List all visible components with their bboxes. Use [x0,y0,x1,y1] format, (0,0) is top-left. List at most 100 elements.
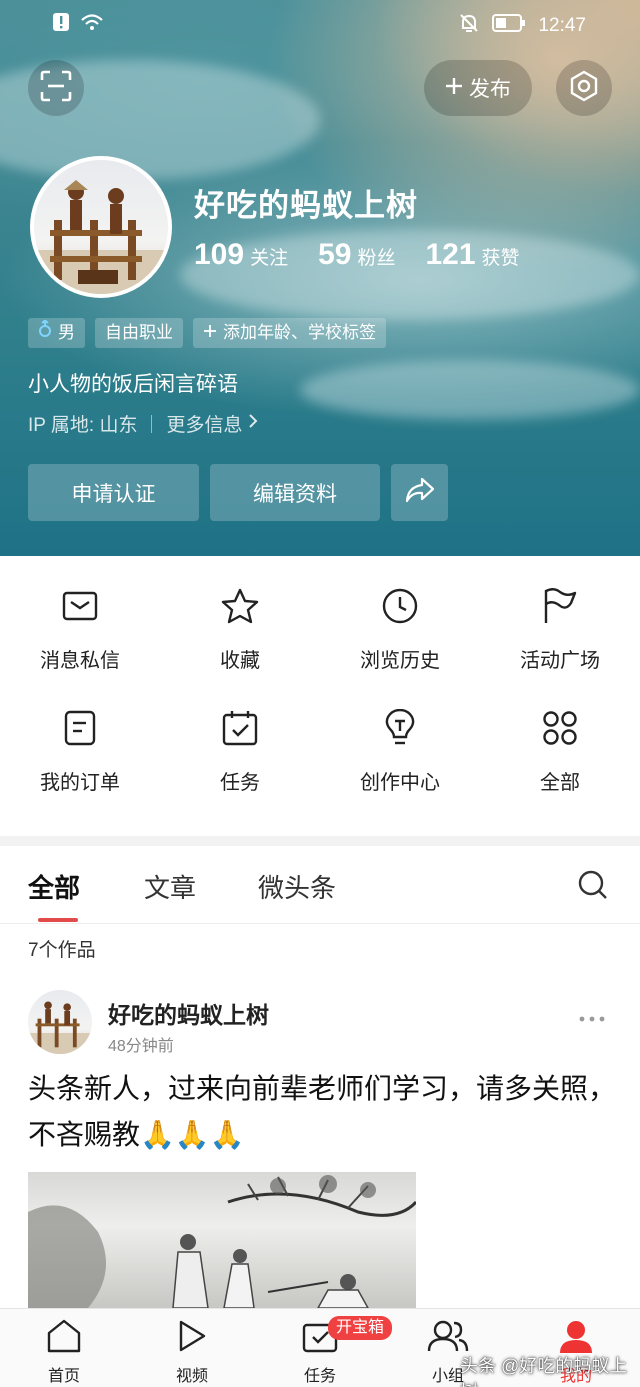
pray-emoji: 🙏🙏🙏 [140,1119,245,1150]
content-tabs: 全部 文章 微头条 [0,846,640,924]
grid-label: 全部 [540,772,580,794]
bulb-icon [380,708,420,748]
grid-label: 消息私信 [40,650,120,672]
tag-gender[interactable]: 男 [28,318,85,348]
stat-followers[interactable]: 59 粉丝 [318,238,395,272]
grid-label: 创作中心 [360,772,440,794]
grid-item-activities[interactable]: 活动广场 [480,586,640,708]
home-icon [46,1319,82,1358]
edit-profile-button[interactable]: 编辑资料 [210,464,380,521]
stat-number: 121 [425,238,476,271]
stat-label: 获赞 [481,248,520,269]
share-button[interactable] [391,464,448,521]
watermark: 头条 @好吃的蚂蚁上树 [460,1356,628,1387]
profile-header: 12:47 发布 好吃的蚂蚁上树 109 关注 59 粉丝 121 获赞 男 自… [0,0,640,556]
publish-button[interactable]: 发布 [424,60,532,116]
stat-label: 粉丝 [357,248,396,269]
play-icon [176,1319,208,1358]
grid-label: 任务 [220,772,260,794]
grid-item-creator-center[interactable]: 创作中心 [320,708,480,830]
username: 好吃的蚂蚁上树 [194,188,418,223]
button-label: 编辑资料 [253,482,337,506]
more-info-link[interactable]: 更多信息 [166,410,258,437]
share-icon [404,476,436,510]
flag-icon [540,586,580,626]
profile-stats: 109 关注 59 粉丝 121 获赞 [194,238,520,272]
scan-button[interactable] [28,60,84,116]
order-icon [60,708,100,748]
chevron-right-icon [248,413,258,435]
settings-button[interactable] [556,60,612,116]
tag-label: 自由职业 [105,323,173,342]
post-header: 好吃的蚂蚁上树 48分钟前 [28,990,612,1056]
plus-icon [203,318,217,348]
post-body[interactable]: 头条新人，过来向前辈老师们学习，请多关照，不吝赐教🙏🙏🙏 [28,1066,618,1158]
tab-micro-posts[interactable]: 微头条 [258,868,336,905]
grid-label: 收藏 [220,650,260,672]
stat-label: 关注 [250,248,289,269]
nav-home[interactable]: 首页 [24,1319,104,1386]
grid-label: 浏览历史 [360,650,440,672]
ip-location: IP 属地: 山东 [28,415,138,436]
publish-label: 发布 [469,78,511,101]
avatar-image [34,180,168,294]
grid-label: 活动广场 [520,650,600,672]
clock-time: 12:47 [538,15,586,36]
nav-label: 任务 [303,1368,336,1385]
feature-grid: 消息私信 收藏 浏览历史 活动广场 我的订单 任务 创作中心 全部 [0,556,640,836]
grid-label: 我的订单 [40,772,120,794]
works-count: 7个作品 [28,940,96,961]
profile-tags: 男 自由职业 添加年龄、学校标签 [28,318,386,348]
ip-line: IP 属地: 山东 更多信息 [28,410,258,437]
profile-bio: 小人物的饭后闲言碎语 [28,373,238,396]
active-tab-indicator [38,918,78,922]
more-options-icon[interactable] [578,1002,606,1030]
status-bar: 12:47 [0,0,640,48]
scan-icon [39,69,73,108]
wifi-icon [80,12,104,37]
battery-icon [492,14,526,38]
stat-likes[interactable]: 121 获赞 [425,238,519,272]
tag-label: 添加年龄、学校标签 [223,323,376,342]
tab-articles[interactable]: 文章 [144,868,196,905]
profile-actions: 申请认证 编辑资料 [28,464,448,521]
plus-icon [445,77,463,100]
apply-certification-button[interactable]: 申请认证 [28,464,199,521]
wave-foam [300,360,640,420]
post-text: 头条新人，过来向前辈老师们学习，请多关照，不吝赐教 [28,1073,617,1150]
button-label: 申请认证 [71,482,156,506]
section-divider [0,836,640,846]
grid-item-all[interactable]: 全部 [480,708,640,830]
post-avatar[interactable] [28,990,92,1054]
gear-icon [568,70,600,107]
grid-item-history[interactable]: 浏览历史 [320,586,480,708]
more-info-label: 更多信息 [166,415,243,436]
alert-icon [52,12,70,37]
divider [151,414,153,433]
clock-icon [380,586,420,626]
grid-item-orders[interactable]: 我的订单 [0,708,160,830]
mute-icon [458,12,480,40]
post-time: 48分钟前 [108,1038,174,1055]
apps-icon [540,708,580,748]
tag-add-button[interactable]: 添加年龄、学校标签 [193,318,386,348]
mail-icon [60,586,100,626]
grid-item-messages[interactable]: 消息私信 [0,586,160,708]
avatar[interactable] [30,156,172,298]
ink-painting-image [28,1175,416,1308]
tab-all[interactable]: 全部 [28,868,80,905]
star-icon [220,586,260,626]
stat-following[interactable]: 109 关注 [194,238,288,272]
post-image[interactable] [28,1172,416,1308]
nav-label: 视频 [175,1368,208,1385]
stat-number: 109 [194,238,245,271]
grid-item-favorites[interactable]: 收藏 [160,586,320,708]
search-icon[interactable] [578,870,608,905]
male-icon [38,318,52,348]
nav-video[interactable]: 视频 [152,1319,232,1386]
avatar-image [28,1001,92,1054]
tag-occupation[interactable]: 自由职业 [95,318,183,348]
task-badge[interactable]: 开宝箱 [328,1316,393,1340]
grid-item-tasks[interactable]: 任务 [160,708,320,830]
post-author[interactable]: 好吃的蚂蚁上树 [108,996,269,1030]
